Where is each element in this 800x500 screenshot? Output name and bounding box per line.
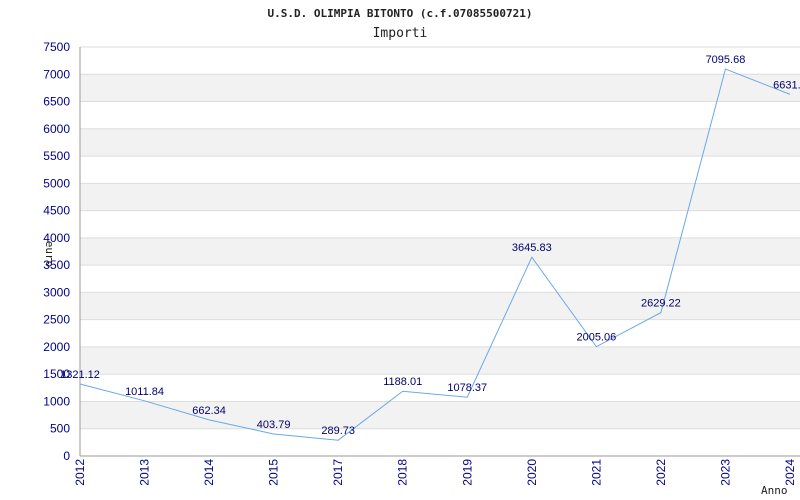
- data-label: 1321.12: [60, 369, 100, 381]
- x-tick-label: 2017: [331, 459, 345, 486]
- grid-band: [80, 237, 800, 266]
- data-label: 2629.22: [641, 298, 681, 310]
- x-tick-label: 2019: [460, 459, 474, 486]
- y-tick-label: 3000: [43, 285, 70, 299]
- grid-band: [80, 128, 800, 157]
- x-tick-label: 2015: [267, 459, 281, 486]
- chart-title: U.S.D. OLIMPIA BITONTO (c.f.07085500721): [268, 7, 533, 20]
- y-tick-label: 500: [50, 422, 70, 436]
- data-label: 289.73: [321, 425, 355, 437]
- x-tick-label: 2020: [525, 459, 539, 486]
- data-label: 1011.84: [125, 386, 164, 398]
- y-tick-label: 4500: [43, 204, 70, 218]
- data-label: 662.34: [192, 405, 226, 417]
- y-tick-label: 2000: [43, 340, 70, 354]
- x-tick-label: 2012: [73, 459, 87, 486]
- y-tick-label: 6500: [43, 95, 70, 109]
- y-tick-label: 6000: [43, 122, 70, 136]
- data-label: 6631.7: [773, 79, 800, 91]
- grid-band: [80, 401, 800, 429]
- x-tick-labels: 2012 2013 2014 2015 2017 2018 2019 2020 2021 2022…: [73, 459, 797, 486]
- data-label: 1078.37: [447, 382, 487, 394]
- line-chart: 0500100015002000250030003500400045005000…: [43, 7, 800, 497]
- data-label: 3645.83: [512, 242, 552, 254]
- y-axis-label: euro: [43, 241, 56, 268]
- x-tick-label: 2024: [783, 459, 797, 486]
- y-tick-label: 5500: [43, 149, 70, 163]
- x-tick-label: 2022: [654, 459, 668, 486]
- x-axis-label: Anno: [761, 484, 788, 497]
- chart-subtitle: Importi: [373, 26, 428, 41]
- x-tick-label: 2023: [718, 459, 732, 486]
- x-tick-label: 2018: [396, 459, 410, 486]
- x-tick-label: 2014: [202, 459, 216, 486]
- data-label: 2005.06: [576, 332, 616, 344]
- grid-band: [80, 292, 800, 320]
- grid-band: [80, 346, 800, 375]
- data-label: 403.79: [257, 419, 291, 431]
- y-tick-label: 7500: [43, 40, 70, 54]
- y-tick-label: 2500: [43, 313, 70, 327]
- y-tick-label: 7000: [43, 67, 70, 81]
- data-label: 1188.01: [383, 376, 422, 388]
- y-tick-label: 0: [63, 449, 70, 463]
- grid-band: [80, 74, 800, 102]
- x-tick-label: 2013: [138, 459, 152, 486]
- y-tick-label: 5000: [43, 176, 70, 190]
- grid-bands: [80, 74, 800, 429]
- data-label: 7095.68: [706, 54, 746, 66]
- x-tick-label: 2021: [589, 459, 603, 486]
- y-tick-label: 1000: [43, 394, 70, 408]
